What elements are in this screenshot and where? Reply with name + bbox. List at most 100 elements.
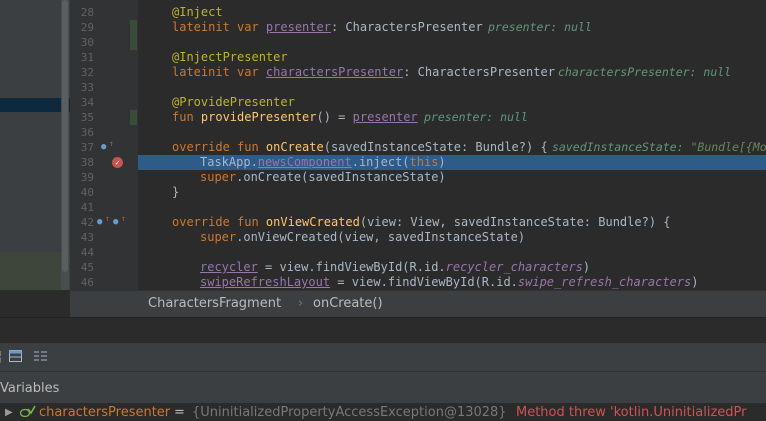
- code-text: TaskApp.newsComponent.inject(this): [200, 155, 446, 170]
- line-number: 36: [80, 126, 94, 139]
- line-number: 41: [80, 201, 94, 214]
- hint-label: savedInstanceState:: [552, 140, 691, 154]
- variable-row[interactable]: ▶ charactersPresenter = {UninitializedPr…: [0, 403, 766, 421]
- code-line[interactable]: fun providePresenter() = presenter prese…: [138, 110, 766, 125]
- keyword: override fun: [172, 140, 266, 154]
- toolbar-separator-icon: ¦: [0, 349, 3, 364]
- code-line[interactable]: }: [138, 185, 766, 200]
- function-name: onViewCreated: [265, 215, 360, 229]
- line-number: 39: [80, 171, 94, 184]
- line-number: 42: [80, 216, 94, 229]
- code-params: (savedInstanceState: Bundle?) {: [323, 140, 548, 154]
- code-line[interactable]: lateinit var presenter: CharactersPresen…: [138, 20, 766, 35]
- line-number: 44: [80, 246, 94, 259]
- line-number: 45: [80, 261, 94, 274]
- debug-toolbar: ¦: [0, 342, 766, 371]
- panel-divider[interactable]: [0, 317, 766, 342]
- code-line[interactable]: super.onViewCreated(view, savedInstanceS…: [138, 230, 766, 245]
- variables-panel-header: Variables: [0, 371, 766, 404]
- annotation: @InjectPresenter: [172, 50, 288, 64]
- code-text: lateinit var presenter: CharactersPresen…: [172, 20, 483, 35]
- breadcrumb-method[interactable]: onCreate(): [313, 296, 383, 311]
- vcs-change-marker[interactable]: [130, 20, 137, 50]
- implemented-icon[interactable]: ↑: [121, 214, 126, 224]
- property: presenter: [352, 110, 418, 124]
- field-icon: [19, 405, 36, 421]
- line-number: 40: [80, 186, 94, 199]
- resource-id: swipe_refresh_characters: [517, 275, 692, 289]
- vcs-change-marker[interactable]: [130, 110, 137, 125]
- implemented-icon[interactable]: ↑: [105, 214, 110, 224]
- code-text: super.onCreate(savedInstanceState): [200, 170, 446, 185]
- code-text: lateinit var charactersPresenter: Charac…: [172, 65, 555, 80]
- code-line[interactable]: recycler = view.findViewById(R.id.recycl…: [138, 260, 766, 275]
- hint-value: "Bundle[{Mo: [690, 140, 766, 154]
- line-number: 29: [80, 21, 94, 34]
- code-line[interactable]: super.onCreate(savedInstanceState): [138, 170, 766, 185]
- panel-title: Variables: [0, 381, 60, 396]
- property: charactersPresenter: [265, 65, 404, 79]
- project-scrollbar-thumb[interactable]: [62, 0, 68, 272]
- inline-debug-hint: savedInstanceState: "Bundle[{Mo: [552, 140, 766, 155]
- code-line[interactable]: @InjectPresenter: [138, 50, 766, 65]
- table-view-icon[interactable]: [9, 350, 22, 366]
- code-line[interactable]: override fun onCreate(savedInstanceState…: [138, 140, 766, 155]
- code-line[interactable]: @ProvidePresenter: [138, 95, 766, 110]
- project-tree-highlight: [0, 252, 70, 290]
- code-punct: () =: [316, 110, 353, 124]
- keyword: lateinit var: [172, 65, 266, 79]
- code-text: super.onViewCreated(view, savedInstanceS…: [200, 230, 525, 245]
- keyword: lateinit var: [172, 20, 266, 34]
- line-number: 35: [80, 111, 94, 124]
- code-line[interactable]: lateinit var charactersPresenter: Charac…: [138, 65, 766, 80]
- override-icon[interactable]: ●: [101, 142, 106, 152]
- code-text: fun providePresenter() = presenter: [172, 110, 418, 125]
- keyword: super: [200, 230, 237, 244]
- annotation: @ProvidePresenter: [172, 95, 295, 109]
- override-icon[interactable]: ●: [113, 217, 118, 227]
- breakpoint-icon[interactable]: ✓: [112, 157, 123, 168]
- code-editor[interactable]: @Inject lateinit var presenter: Characte…: [138, 0, 766, 290]
- code-text: }: [172, 185, 180, 199]
- code-punct: ): [438, 155, 446, 169]
- function-name: providePresenter: [200, 110, 317, 124]
- editor-gutter[interactable]: 28 29 30 31 32 33 34 35 36 37 38 39 40 4…: [70, 0, 138, 290]
- line-number: 31: [80, 51, 94, 64]
- variable-equals: =: [174, 405, 185, 420]
- keyword: override fun: [172, 215, 266, 229]
- property: newsComponent: [257, 155, 352, 169]
- code-punct: ): [582, 260, 591, 274]
- line-number: 32: [80, 66, 94, 79]
- annotation: @Inject: [172, 5, 223, 19]
- property: swipeRefreshLayout: [200, 275, 331, 289]
- line-number: 34: [80, 96, 94, 109]
- breadcrumb-separator: ›: [298, 296, 304, 311]
- settings-list-icon[interactable]: [34, 350, 47, 366]
- variable-name: charactersPresenter: [39, 405, 171, 420]
- function-name: onCreate: [265, 140, 324, 154]
- current-execution-line[interactable]: TaskApp.newsComponent.inject(this): [138, 155, 766, 170]
- code-line[interactable]: @Inject: [138, 5, 766, 20]
- code-receiver: TaskApp.: [200, 155, 258, 169]
- code-call: = view.findViewById(R.id.: [330, 275, 518, 289]
- project-tree-selection[interactable]: [0, 98, 70, 112]
- code-punct: ): [691, 275, 699, 289]
- code-text: override fun onViewCreated(view: View, s…: [172, 215, 671, 230]
- breadcrumb-class[interactable]: CharactersFragment: [148, 296, 281, 311]
- keyword: fun: [172, 110, 201, 124]
- code-line[interactable]: override fun onViewCreated(view: View, s…: [138, 215, 766, 230]
- override-icon[interactable]: ●: [97, 217, 102, 227]
- expand-arrow-icon[interactable]: ▶: [5, 407, 13, 418]
- code-line[interactable]: swipeRefreshLayout = view.findViewById(R…: [138, 275, 766, 290]
- code-call: .inject(: [351, 155, 410, 169]
- line-number: 43: [80, 231, 94, 244]
- resource-id: recycler_characters: [445, 260, 583, 274]
- implemented-icon[interactable]: ↑: [109, 139, 114, 149]
- code-text: recycler = view.findViewById(R.id.recycl…: [200, 260, 590, 275]
- code-call: = view.findViewById(R.id.: [257, 260, 446, 274]
- code-call: .onViewCreated(view, savedInstanceState): [236, 230, 526, 244]
- line-number: 30: [80, 36, 94, 49]
- code-call: .onCreate(savedInstanceState): [236, 170, 446, 184]
- keyword: this: [409, 155, 439, 169]
- property: presenter: [265, 20, 331, 34]
